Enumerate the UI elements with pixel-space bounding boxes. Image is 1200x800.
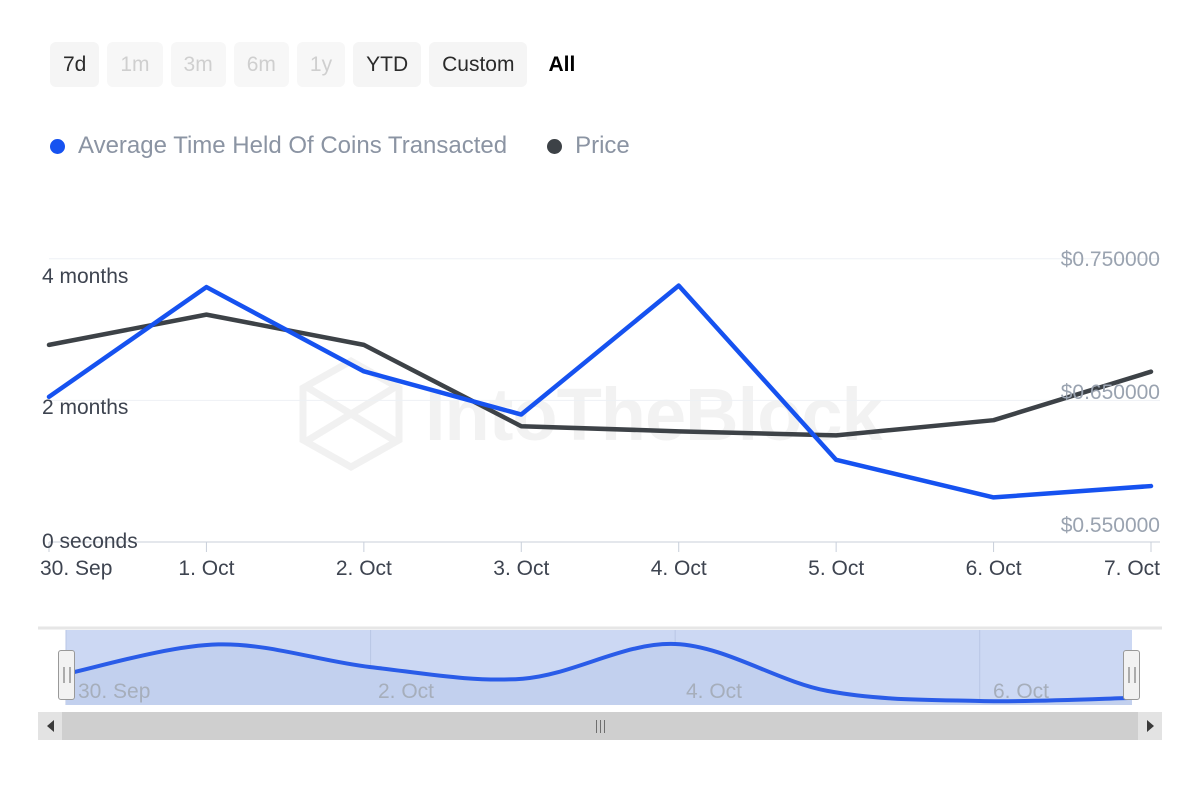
navigator-date-30-sep: 30. Sep [78, 680, 150, 704]
range-button-1m[interactable]: 1m [107, 42, 162, 87]
watermark-text: IntoTheBlock [425, 372, 882, 457]
handle-grip-icon [63, 667, 70, 683]
range-button-3m[interactable]: 3m [171, 42, 226, 87]
range-button-all[interactable]: All [535, 42, 588, 87]
y-axis-right-tick-075: $0.750000 [1061, 248, 1160, 272]
x-axis-label: 6. Oct [966, 557, 1022, 581]
x-axis-label: 7. Oct [1104, 557, 1160, 581]
x-axis-ticks [49, 542, 1151, 552]
range-button-ytd[interactable]: YTD [353, 42, 421, 87]
legend-label-price: Price [575, 132, 630, 160]
y-axis-right-tick-065: $0.650000 [1061, 381, 1160, 405]
range-button-7d[interactable]: 7d [50, 42, 99, 87]
x-axis-label: 1. Oct [178, 557, 234, 581]
circle-marker-icon [50, 139, 65, 154]
legend-item-price[interactable]: Price [547, 132, 630, 160]
scrollbar-right-arrow-icon[interactable] [1138, 712, 1162, 740]
chart-widget: 7d 1m 3m 6m 1y YTD Custom All Average Ti… [0, 0, 1200, 800]
gridlines [49, 259, 1160, 542]
scrollbar-grip-icon [596, 720, 605, 733]
navigator-right-handle[interactable] [1123, 650, 1140, 700]
navigator-date-2-oct: 2. Oct [378, 680, 434, 704]
y-axis-left-tick-2-months: 2 months [42, 396, 128, 420]
series-line-average-time-held [49, 286, 1151, 498]
chart-plot-area: 4 months 2 months 0 seconds $0.750000 $0… [0, 0, 1200, 620]
y-axis-left-tick-4-months: 4 months [42, 265, 128, 289]
x-axis-label: 2. Oct [336, 557, 392, 581]
x-axis-label: 3. Oct [493, 557, 549, 581]
intotheblock-hexagon-logo-icon [295, 355, 407, 473]
scrollbar-thumb[interactable] [62, 712, 1138, 740]
scrollbar-track[interactable] [62, 712, 1138, 740]
y-axis-left-tick-0-seconds: 0 seconds [42, 530, 138, 554]
range-button-6m[interactable]: 6m [234, 42, 289, 87]
intotheblock-watermark: IntoTheBlock [295, 355, 882, 473]
navigator-left-handle[interactable] [58, 650, 75, 700]
navigator-date-4-oct: 4. Oct [686, 680, 742, 704]
range-button-1y[interactable]: 1y [297, 42, 345, 87]
chart-legend: Average Time Held Of Coins Transacted Pr… [50, 132, 630, 160]
x-axis-label: 30. Sep [40, 557, 112, 581]
chart-navigator[interactable]: 30. Sep 2. Oct 4. Oct 6. Oct [38, 620, 1162, 715]
chart-scrollbar[interactable] [38, 712, 1162, 740]
legend-item-average-time-held[interactable]: Average Time Held Of Coins Transacted [50, 132, 507, 160]
x-axis-label: 4. Oct [651, 557, 707, 581]
range-selector: 7d 1m 3m 6m 1y YTD Custom All [50, 42, 588, 87]
legend-label-average-time-held: Average Time Held Of Coins Transacted [78, 132, 507, 160]
range-button-custom[interactable]: Custom [429, 42, 527, 87]
scrollbar-left-arrow-icon[interactable] [38, 712, 62, 740]
series-line-price [49, 315, 1151, 436]
navigator-date-6-oct: 6. Oct [993, 680, 1049, 704]
y-axis-right-tick-055: $0.550000 [1061, 514, 1160, 538]
x-axis-label: 5. Oct [808, 557, 864, 581]
handle-grip-icon [1128, 667, 1135, 683]
circle-marker-icon [547, 139, 562, 154]
chart-svg [0, 0, 1200, 620]
